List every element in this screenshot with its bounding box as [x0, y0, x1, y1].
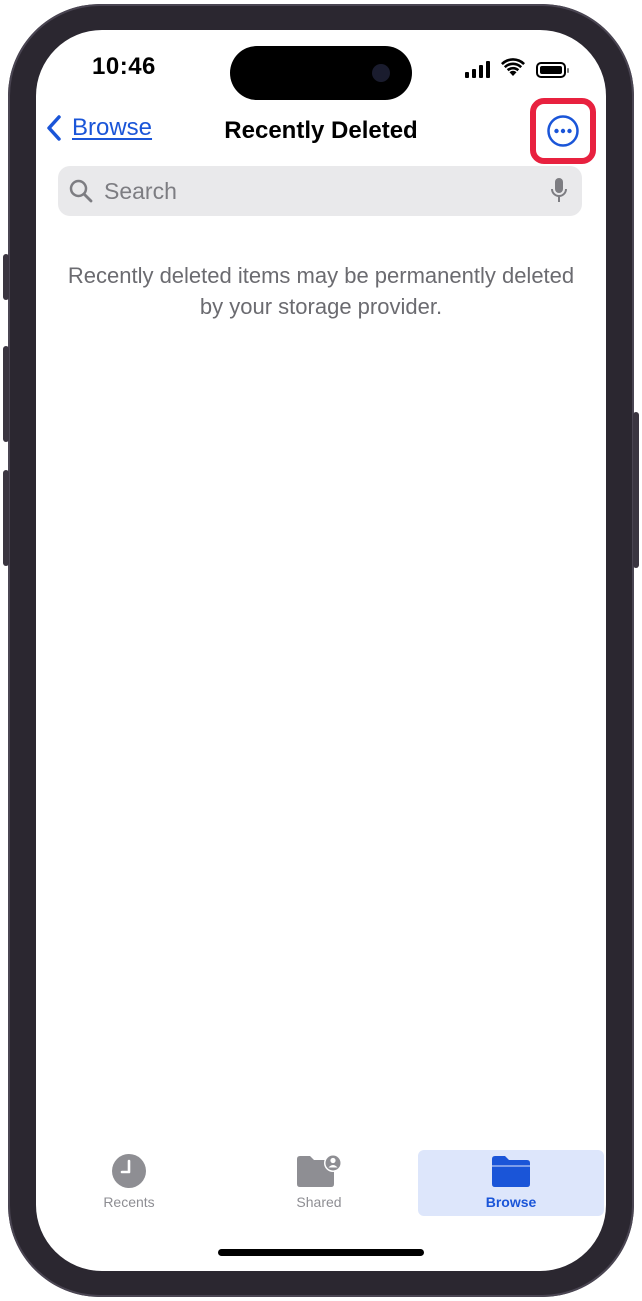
tab-browse[interactable]: Browse	[418, 1150, 604, 1216]
search-bar	[58, 166, 582, 216]
tab-bar: Recents Shared Browse	[36, 1144, 606, 1224]
status-icons	[465, 58, 569, 78]
camera-icon	[372, 64, 390, 82]
search-input[interactable]	[102, 176, 550, 206]
volume-up-button	[3, 346, 9, 442]
cellular-signal-icon	[465, 60, 490, 78]
microphone-icon[interactable]	[550, 177, 568, 205]
battery-icon	[536, 62, 569, 78]
shared-folder-icon	[297, 1154, 342, 1187]
ellipsis-circle-icon	[547, 115, 579, 147]
action-button	[3, 254, 9, 300]
tab-shared[interactable]: Shared	[226, 1150, 412, 1216]
tab-shared-label: Shared	[296, 1194, 342, 1210]
status-time: 10:46	[92, 53, 156, 80]
search-icon	[69, 179, 93, 203]
page-title: Recently Deleted	[224, 117, 418, 144]
tab-recents[interactable]: Recents	[36, 1150, 222, 1216]
more-options-button[interactable]	[530, 98, 596, 164]
home-indicator[interactable]	[218, 1249, 424, 1256]
folder-icon	[492, 1156, 530, 1187]
volume-down-button	[3, 470, 9, 566]
clock-icon	[112, 1154, 146, 1188]
dynamic-island	[230, 46, 412, 100]
tab-recents-label: Recents	[103, 1194, 155, 1210]
tab-browse-label: Browse	[485, 1194, 537, 1210]
recently-deleted-info: Recently deleted items may be permanentl…	[67, 263, 575, 319]
navigation-bar: Browse Recently Deleted	[36, 112, 606, 156]
screen: 10:46 Browse Recently Deleted Search Rec…	[36, 30, 606, 1271]
wifi-icon	[501, 58, 525, 76]
power-button	[633, 412, 639, 568]
